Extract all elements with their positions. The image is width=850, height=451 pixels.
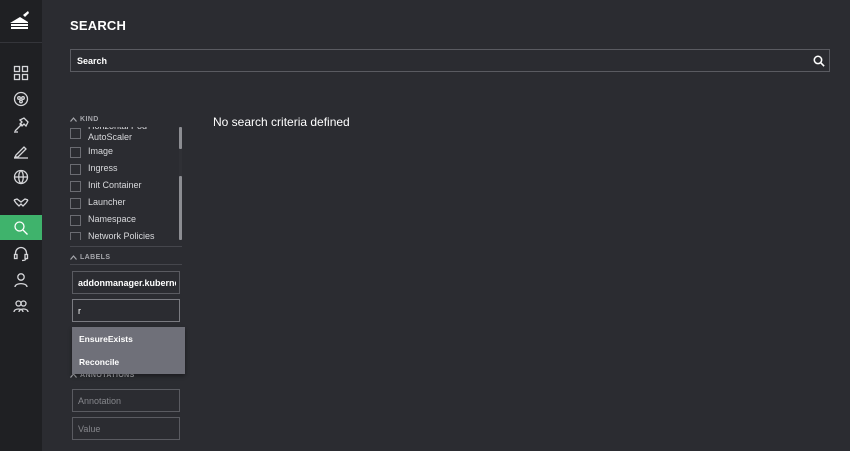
search-icon xyxy=(813,55,825,67)
nav-search[interactable] xyxy=(0,215,42,240)
kind-item-label: Horizontal Pod AutoScaler xyxy=(88,127,147,142)
globe-icon xyxy=(13,169,29,184)
users-icon xyxy=(13,299,29,312)
search-icon xyxy=(14,220,28,235)
kind-section-toggle[interactable]: KIND xyxy=(70,116,99,123)
divider xyxy=(70,246,182,247)
kind-list[interactable]: Horizontal Pod AutoScaler Image Ingress … xyxy=(70,127,183,240)
checkbox[interactable] xyxy=(70,198,81,209)
search-input[interactable] xyxy=(77,53,797,68)
kind-heading: KIND xyxy=(80,116,99,123)
kind-item-image[interactable]: Image xyxy=(70,146,183,158)
dashboard-icon xyxy=(13,65,29,80)
app-logo-icon[interactable] xyxy=(8,10,32,32)
label-key-input[interactable] xyxy=(78,276,176,289)
nav-profile[interactable] xyxy=(0,267,42,292)
checkbox[interactable] xyxy=(70,181,81,192)
sidebar xyxy=(0,0,42,451)
handshake-icon xyxy=(13,197,29,207)
label-value-suggestions: EnsureExists Reconcile xyxy=(72,327,185,374)
search-bar xyxy=(70,49,830,72)
divider xyxy=(70,264,182,265)
chevron-up-icon xyxy=(70,117,77,122)
nav-dashboard[interactable] xyxy=(0,60,42,85)
checkbox[interactable] xyxy=(70,215,81,226)
sidebar-divider xyxy=(0,42,42,43)
nav-support[interactable] xyxy=(0,241,42,266)
checkbox[interactable] xyxy=(70,164,81,175)
nav-integrations[interactable] xyxy=(0,190,42,215)
chevron-up-icon xyxy=(70,255,77,260)
suggestion-item[interactable]: Reconcile xyxy=(72,350,185,373)
headset-icon xyxy=(13,246,29,261)
annotation-value-field xyxy=(72,417,180,440)
hammer-icon xyxy=(14,116,29,133)
label-value-field xyxy=(72,299,180,322)
kind-item-hpa[interactable]: Horizontal Pod AutoScaler xyxy=(70,127,183,143)
nav-edit[interactable] xyxy=(0,138,42,163)
kind-item-label: Ingress xyxy=(88,163,118,173)
labels-heading: LABELS xyxy=(80,254,111,261)
labels-section-toggle[interactable]: LABELS xyxy=(70,254,110,261)
suggestion-item[interactable]: EnsureExists xyxy=(72,327,185,350)
annotation-value-input[interactable] xyxy=(78,422,176,435)
catalog-icon xyxy=(13,91,29,106)
label-key-field xyxy=(72,271,180,294)
nav-network[interactable] xyxy=(0,164,42,189)
annotation-input[interactable] xyxy=(78,394,176,407)
kind-item-network-policies[interactable]: Network Policies xyxy=(70,231,183,240)
annotation-field xyxy=(72,389,180,412)
kind-item-launcher[interactable]: Launcher xyxy=(70,197,183,209)
search-button[interactable] xyxy=(811,53,826,68)
nav-team[interactable] xyxy=(0,293,42,318)
user-icon xyxy=(14,272,28,287)
nav-build[interactable] xyxy=(0,112,42,137)
checkbox[interactable] xyxy=(70,232,81,240)
kind-item-label: Namespace xyxy=(88,214,137,224)
kind-item-label: Init Container xyxy=(88,180,142,190)
kind-item-label: Image xyxy=(88,146,114,156)
kind-item-namespace[interactable]: Namespace xyxy=(70,214,183,226)
label-value-input[interactable] xyxy=(78,304,176,317)
kind-item-ingress[interactable]: Ingress xyxy=(70,163,183,175)
checkbox[interactable] xyxy=(70,147,81,158)
kind-item-label: Network Policies xyxy=(88,231,155,240)
kind-item-label: Launcher xyxy=(88,197,126,207)
nav-catalog[interactable] xyxy=(0,86,42,111)
edit-pen-icon xyxy=(13,145,28,159)
kind-scroll-thumb-top[interactable] xyxy=(179,127,182,149)
kind-scroll-thumb[interactable] xyxy=(179,176,182,240)
kind-item-init-container[interactable]: Init Container xyxy=(70,180,183,192)
page-title: SEARCH xyxy=(70,18,127,33)
empty-results-message: No search criteria defined xyxy=(213,115,350,129)
checkbox[interactable] xyxy=(70,128,81,139)
